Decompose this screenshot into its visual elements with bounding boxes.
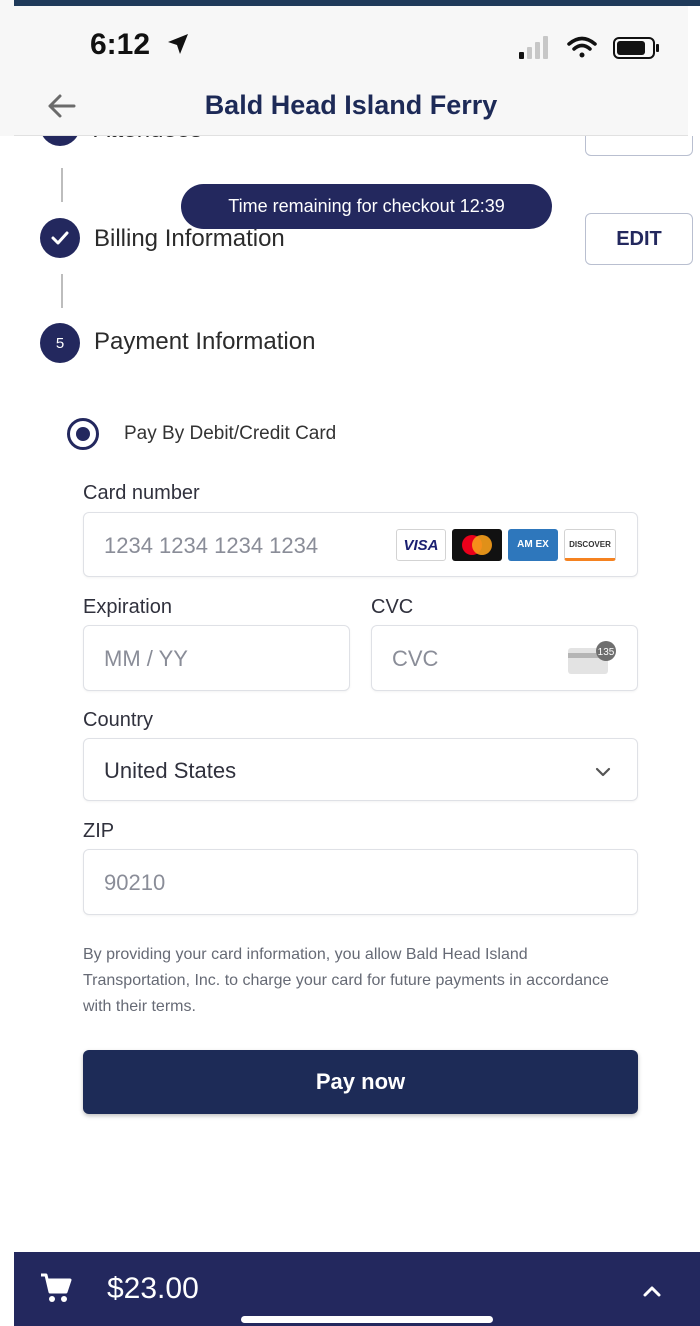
- step-connector: [61, 168, 63, 202]
- payment-method-label: Pay By Debit/Credit Card: [124, 423, 337, 444]
- card-number-input[interactable]: 1234 1234 1234 1234 VISA AM EX DISCOVER: [83, 512, 638, 577]
- visa-icon: VISA: [396, 529, 446, 561]
- checkout-content: Attendees Billing Information EDIT 5 Pay…: [0, 136, 700, 1252]
- chevron-up-icon[interactable]: [637, 1276, 667, 1306]
- page-title: Bald Head Island Ferry: [204, 90, 498, 120]
- step-connector: [61, 274, 63, 308]
- signal-icon: [519, 36, 548, 59]
- expiration-label: Expiration: [83, 596, 172, 618]
- cvc-placeholder: CVC: [392, 646, 439, 671]
- zip-label: ZIP: [83, 820, 115, 842]
- left-edge: [0, 0, 14, 136]
- nav-bar: Bald Head Island Ferry: [14, 72, 688, 136]
- card-back-icon: 135: [568, 641, 616, 674]
- home-indicator: [241, 1316, 493, 1323]
- amex-icon: AM EX: [508, 529, 558, 561]
- country-value: United States: [104, 758, 237, 783]
- zip-placeholder: 90210: [104, 870, 166, 895]
- expiration-placeholder: MM / YY: [104, 646, 188, 671]
- status-icons: [519, 36, 659, 59]
- status-bar: 6:12: [14, 6, 688, 78]
- step-attendees-label: Attendees: [94, 136, 202, 144]
- radio-dot: [76, 427, 90, 441]
- status-time: 6:12: [90, 28, 151, 61]
- attendees-edit-button[interactable]: [585, 136, 693, 156]
- cvc-badge: 135: [598, 647, 615, 658]
- checkout-timer: Time remaining for checkout 12:39: [181, 184, 552, 229]
- step-billing-circle: [40, 218, 80, 258]
- discover-icon: DISCOVER: [564, 529, 616, 561]
- cart-bar[interactable]: $23.00: [14, 1252, 700, 1326]
- card-number-label: Card number: [83, 482, 200, 504]
- cart-icon: [41, 1273, 72, 1302]
- country-select[interactable]: United States: [83, 738, 638, 801]
- mastercard-icon: [452, 529, 502, 561]
- expiration-input[interactable]: MM / YY: [83, 625, 350, 691]
- radio-selected-icon[interactable]: [67, 418, 99, 450]
- zip-input[interactable]: 90210: [83, 849, 638, 915]
- location-arrow-icon: [168, 34, 188, 54]
- wifi-icon: [567, 36, 597, 58]
- step-payment-label: Payment Information: [94, 328, 316, 355]
- pay-now-button[interactable]: Pay now: [83, 1050, 638, 1114]
- cvc-input[interactable]: CVC 135: [371, 625, 638, 691]
- card-disclaimer: By providing your card information, you …: [83, 946, 609, 1015]
- battery-icon: [613, 37, 659, 59]
- checkmark-icon: [51, 231, 69, 245]
- cvc-label: CVC: [371, 596, 414, 618]
- country-label: Country: [83, 709, 154, 731]
- cart-total: $23.00: [107, 1272, 199, 1305]
- card-number-placeholder: 1234 1234 1234 1234: [104, 533, 319, 558]
- step-payment-circle: 5: [40, 323, 80, 363]
- step-billing-label: Billing Information: [94, 225, 285, 252]
- step-attendees-circle: [40, 136, 80, 146]
- chevron-down-icon: [595, 767, 611, 777]
- billing-edit-button[interactable]: EDIT: [585, 213, 693, 265]
